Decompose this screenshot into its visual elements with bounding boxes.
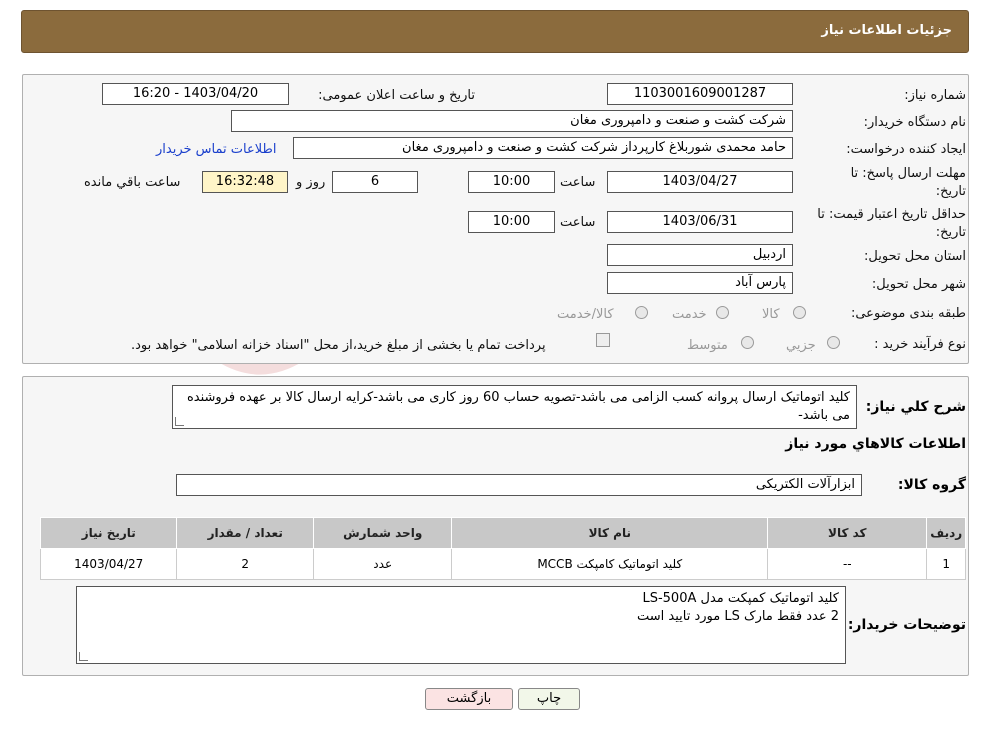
reply-date-field: 1403/04/27 bbox=[607, 171, 793, 193]
col-row: ردیف bbox=[926, 517, 966, 549]
items-table: ردیف کد کالا نام کالا واحد شمارش تعداد /… bbox=[39, 517, 966, 580]
buyer-notes-line-2: 2 عدد فقط مارک LS مورد تایید است bbox=[636, 609, 839, 624]
price-validity-date-field: 1403/06/31 bbox=[607, 211, 793, 233]
buyer-org-field: شرکت کشت و صنعت و دامپروری مغان bbox=[231, 110, 793, 132]
treasury-checkbox[interactable] bbox=[596, 333, 610, 347]
creator-label: ایجاد کننده درخواست: bbox=[846, 142, 966, 157]
description-text: کلید اتوماتیک ارسال پروانه کسب الزامی می… bbox=[186, 390, 850, 423]
process-option-medium: متوسط bbox=[687, 338, 728, 353]
col-unit: واحد شمارش bbox=[312, 517, 453, 549]
province-field: اردبیل bbox=[607, 244, 793, 266]
buyer-org-label: نام دستگاه خریدار: bbox=[863, 115, 966, 130]
reply-time-label: ساعت bbox=[560, 175, 596, 190]
category-label: طبقه بندی موضوعی: bbox=[850, 306, 966, 321]
buyer-notes-label: توضیحات خریدار: bbox=[847, 617, 966, 633]
resize-grip-icon[interactable] bbox=[175, 417, 184, 426]
cell-unit: عدد bbox=[312, 548, 453, 580]
page-header: جزئیات اطلاعات نیاز bbox=[21, 10, 969, 53]
reply-deadline-label-2: تاریخ: bbox=[935, 184, 966, 199]
process-radio-minor[interactable] bbox=[827, 336, 840, 349]
category-radio-goods-service[interactable] bbox=[635, 306, 648, 319]
goods-section-title: اطلاعات کالاهاي مورد نياز bbox=[785, 436, 966, 452]
creator-field: حامد محمدی شوربلاغ کارپرداز شرکت کشت و ص… bbox=[293, 137, 793, 159]
price-validity-label: حداقل تاریخ اعتبار قیمت: تا bbox=[817, 207, 966, 222]
buyer-notes-line-1: کلید اتوماتیک کمپکت مدل LS-500A bbox=[642, 591, 839, 606]
reply-deadline-label: مهلت ارسال پاسخ: تا bbox=[850, 166, 966, 181]
cell-code: -- bbox=[767, 548, 928, 580]
need-number-label: شماره نیاز: bbox=[904, 88, 966, 103]
cell-qty: 2 bbox=[176, 548, 314, 580]
cell-date: 1403/04/27 bbox=[39, 548, 178, 580]
col-date: تاریخ نیاز bbox=[39, 517, 178, 549]
description-label: شرح كلي نياز: bbox=[865, 399, 966, 415]
announce-field: 1403/04/20 - 16:20 bbox=[102, 83, 289, 105]
remaining-time-field: 16:32:48 bbox=[202, 171, 288, 193]
process-note: پرداخت تمام یا بخشی از مبلغ خرید،از محل … bbox=[131, 338, 546, 353]
price-validity-time-field: 10:00 bbox=[468, 211, 555, 233]
reply-time-field: 10:00 bbox=[468, 171, 555, 193]
price-validity-time-label: ساعت bbox=[560, 215, 596, 230]
process-radio-medium[interactable] bbox=[741, 336, 754, 349]
print-button[interactable]: چاپ bbox=[518, 688, 580, 710]
category-option-goods-service: کالا/خدمت bbox=[557, 307, 614, 322]
resize-grip-icon[interactable] bbox=[79, 652, 88, 661]
goods-group-field: ابزارآلات الکتریکی bbox=[176, 474, 862, 496]
category-option-goods: کالا bbox=[762, 307, 780, 322]
remaining-label: ساعت باقي مانده bbox=[84, 175, 181, 190]
process-option-minor: جزیي bbox=[786, 338, 816, 353]
category-radio-service[interactable] bbox=[716, 306, 729, 319]
price-validity-label-2: تاریخ: bbox=[935, 225, 966, 240]
category-radio-goods[interactable] bbox=[793, 306, 806, 319]
province-label: استان محل تحویل: bbox=[864, 249, 966, 264]
need-number-field: 1103001609001287 bbox=[607, 83, 793, 105]
contact-info-link[interactable]: اطلاعات تماس خریدار bbox=[156, 142, 276, 157]
items-table-wrap: ردیف کد کالا نام کالا واحد شمارش تعداد /… bbox=[39, 517, 966, 580]
buyer-notes-textarea: کلید اتوماتیک کمپکت مدل LS-500A 2 عدد فق… bbox=[76, 586, 846, 664]
goods-group-label: گروه کالا: bbox=[897, 477, 966, 493]
cell-row: 1 bbox=[926, 548, 966, 580]
col-qty: تعداد / مقدار bbox=[176, 517, 314, 549]
category-option-service: خدمت bbox=[672, 307, 707, 322]
process-label: نوع فرآیند خرید : bbox=[874, 337, 966, 352]
page-title: جزئیات اطلاعات نیاز bbox=[821, 23, 952, 38]
col-code: کد کالا bbox=[767, 517, 928, 549]
table-row: 1 -- کلید اتوماتیک کامپکت MCCB عدد 2 140… bbox=[39, 548, 966, 580]
cell-name: کلید اتوماتیک کامپکت MCCB bbox=[451, 548, 769, 580]
days-label: روز و bbox=[296, 175, 326, 190]
col-name: نام کالا bbox=[451, 517, 769, 549]
back-button[interactable]: بازگشت bbox=[425, 688, 513, 710]
city-field: پارس آباد bbox=[607, 272, 793, 294]
description-textarea: کلید اتوماتیک ارسال پروانه کسب الزامی می… bbox=[172, 385, 857, 429]
city-label: شهر محل تحویل: bbox=[871, 277, 966, 292]
days-field: 6 bbox=[332, 171, 418, 193]
announce-label: تاریخ و ساعت اعلان عمومی: bbox=[318, 88, 475, 103]
